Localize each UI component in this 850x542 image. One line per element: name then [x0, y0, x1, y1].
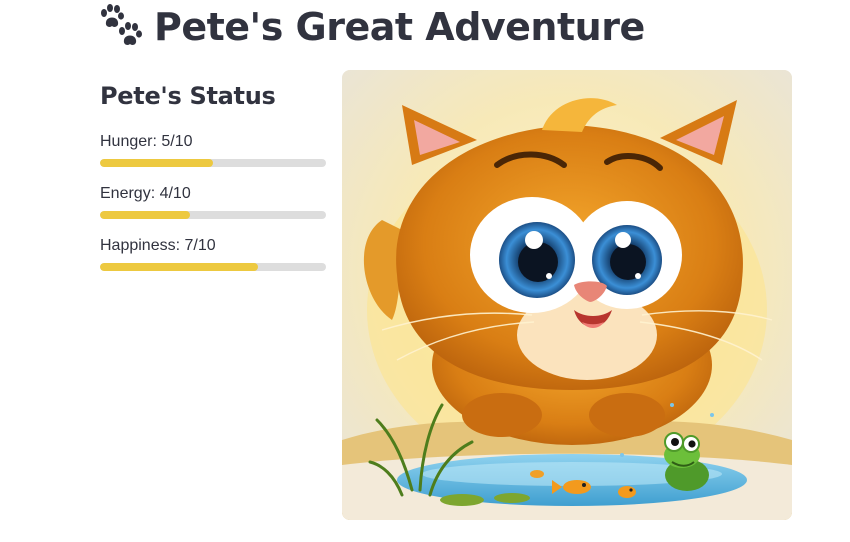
- energy-label: Energy: 4/10: [100, 185, 191, 202]
- happiness-progress-track: [100, 263, 326, 271]
- page-header: Pete's Great Adventure: [98, 2, 645, 52]
- energy-progress-track: [100, 211, 326, 219]
- status-heading: Pete's Status: [100, 82, 276, 110]
- status-panel: Pete's Status Hunger: 5/10 Energy: 4/10 …: [100, 78, 326, 271]
- pete-illustration: [342, 70, 792, 520]
- page-title: Pete's Great Adventure: [154, 5, 645, 49]
- hunger-progress-fill: [100, 159, 213, 167]
- hunger-label: Hunger: 5/10: [100, 133, 193, 150]
- paw-prints-icon: [98, 4, 146, 50]
- hunger-stat: Hunger: 5/10: [100, 131, 326, 167]
- happiness-label: Happiness: 7/10: [100, 237, 216, 254]
- happiness-stat: Happiness: 7/10: [100, 235, 326, 271]
- app-root: Pete's Great Adventure Pete's Status Hun…: [0, 0, 850, 542]
- energy-stat: Energy: 4/10: [100, 183, 326, 219]
- hunger-progress-track: [100, 159, 326, 167]
- energy-progress-fill: [100, 211, 191, 219]
- happiness-progress-fill: [100, 263, 259, 271]
- cat-illustration-image: [342, 70, 792, 520]
